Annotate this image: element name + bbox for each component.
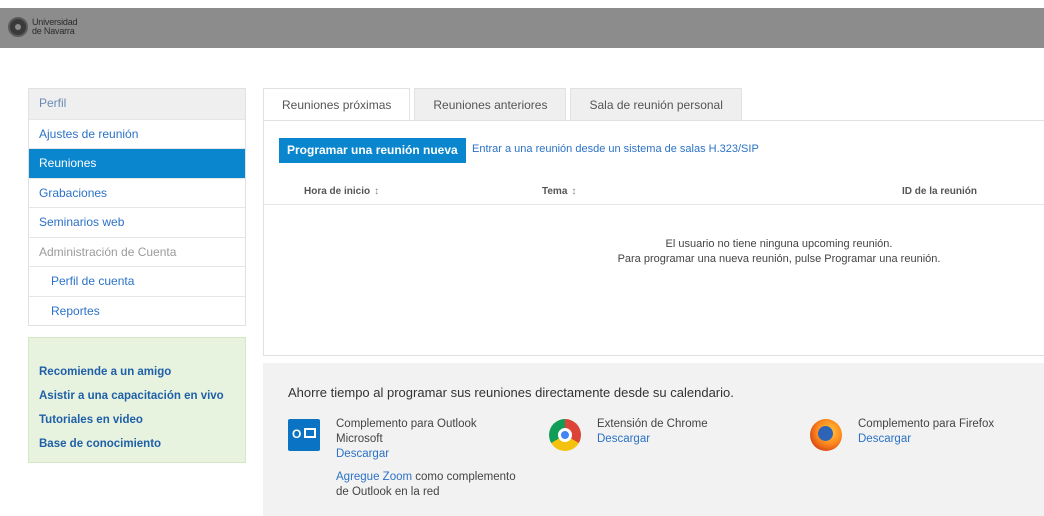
column-start-time-label: Hora de inicio [304, 186, 371, 197]
sidebar-item-grabaciones[interactable]: Grabaciones [29, 177, 245, 208]
tab-sala-personal[interactable]: Sala de reunión personal [570, 88, 742, 121]
outlook-download-link[interactable]: Descargar [336, 447, 389, 462]
firefox-download-link[interactable]: Descargar [858, 432, 911, 447]
join-sip-room-link[interactable]: Entrar a una reunión desde un sistema de… [472, 143, 759, 155]
recommend-friend-link[interactable]: Recomiende a un amigo [39, 360, 235, 384]
calendar-integrations: Ahorre tiempo al programar sus reuniones… [263, 363, 1044, 516]
firefox-addon-text: Complemento para Firefox Descargar [858, 417, 1044, 447]
logo-line-2: de Navarra [32, 26, 75, 36]
empty-state-line-2: Para programar una nueva reunión, pulse … [617, 253, 941, 265]
column-topic[interactable]: Tema ↕ [542, 186, 576, 197]
sidebar-item-perfil-de-cuenta[interactable]: Perfil de cuenta [29, 266, 245, 296]
sidebar-item-seminarios-web[interactable]: Seminarios web [29, 207, 245, 237]
video-tutorials-link[interactable]: Tutoriales en video [39, 408, 235, 432]
university-seal-icon [8, 17, 28, 37]
sidebar-item-reuniones[interactable]: Reuniones [29, 148, 245, 178]
help-links-box: Recomiende a un amigo Asistir a una capa… [28, 337, 246, 463]
column-meeting-id-label: ID de la reunión [902, 186, 978, 197]
firefox-addon-name: Complemento para Firefox [858, 418, 995, 430]
chrome-extension-text: Extensión de Chrome Descargar [597, 417, 787, 447]
sidebar-section-administracion: Administración de Cuenta [29, 236, 245, 267]
empty-state-message: El usuario no tiene ninguna upcoming reu… [554, 237, 1004, 267]
tab-reuniones-proximas[interactable]: Reuniones próximas [263, 88, 411, 121]
sort-icon: ↕ [571, 186, 577, 197]
sidebar-nav: Perfil Ajustes de reunión Reuniones Grab… [28, 88, 246, 326]
outlook-addon-text: Complemento para Outlook Microsoft Desca… [336, 417, 526, 500]
logo-text: Universidad de Navarra [32, 18, 78, 36]
meetings-panel: Programar una reunión nueva Entrar a una… [263, 120, 1044, 356]
firefox-icon [810, 419, 842, 451]
meetings-table-header: Hora de inicio ↕ Tema ↕ ID de la reunión [264, 175, 1044, 205]
meeting-tabs: Reuniones próximas Reuniones anteriores … [263, 88, 746, 121]
sort-icon: ↕ [374, 186, 380, 197]
chrome-icon [549, 419, 581, 451]
live-training-link[interactable]: Asistir a una capacitación en vivo [39, 384, 235, 408]
sidebar-item-perfil[interactable]: Perfil [29, 89, 245, 119]
university-logo[interactable]: Universidad de Navarra [8, 17, 78, 37]
chrome-download-link[interactable]: Descargar [597, 432, 650, 447]
top-bar: Universidad de Navarra [0, 8, 1044, 48]
column-meeting-id: ID de la reunión [902, 186, 977, 197]
empty-state-line-1: El usuario no tiene ninguna upcoming reu… [665, 238, 893, 250]
outlook-web-note: Agregue Zoom como complemento de Outlook… [336, 470, 526, 500]
outlook-addon-name: Complemento para Outlook Microsoft [336, 418, 477, 445]
column-topic-label: Tema [542, 186, 568, 197]
schedule-meeting-button[interactable]: Programar una reunión nueva [279, 138, 466, 163]
column-start-time[interactable]: Hora de inicio ↕ [304, 186, 379, 197]
chrome-extension-name: Extensión de Chrome [597, 418, 708, 430]
calendar-title: Ahorre tiempo al programar sus reuniones… [288, 385, 734, 400]
knowledge-base-link[interactable]: Base de conocimiento [39, 432, 235, 456]
tab-reuniones-anteriores[interactable]: Reuniones anteriores [414, 88, 567, 121]
outlook-icon: O [288, 419, 320, 451]
sidebar-item-reportes[interactable]: Reportes [29, 295, 245, 326]
add-zoom-outlook-web-link[interactable]: Agregue Zoom [336, 471, 412, 483]
sidebar-item-ajustes-de-reunion[interactable]: Ajustes de reunión [29, 118, 245, 149]
